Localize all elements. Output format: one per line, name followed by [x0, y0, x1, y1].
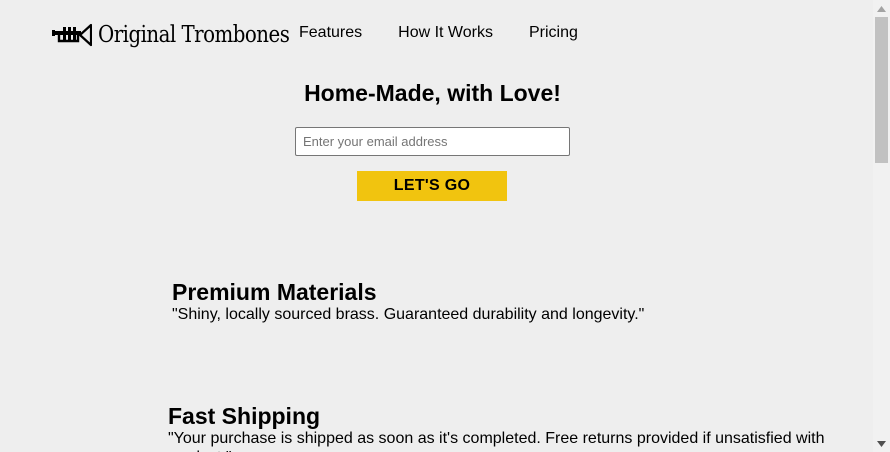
feature-fast-shipping: Fast Shipping "Your purchase is shipped …: [168, 403, 848, 452]
nav-link-how-it-works[interactable]: How It Works: [398, 24, 493, 42]
brand-name[interactable]: Original Trombones: [98, 22, 290, 48]
nav-link-features[interactable]: Features: [299, 24, 362, 42]
nav-link-pricing[interactable]: Pricing: [529, 24, 578, 42]
hero-title: Home-Made, with Love!: [304, 80, 561, 106]
trumpet-icon: [52, 22, 93, 48]
feature-title: Premium Materials: [172, 279, 377, 305]
site-header: Original Trombones: [52, 18, 320, 52]
email-input[interactable]: [295, 127, 570, 156]
feature-title: Fast Shipping: [168, 403, 321, 429]
feature-description: "Shiny, locally sourced brass. Guarantee…: [172, 306, 645, 323]
main-nav: Features How It Works Pricing: [299, 24, 614, 42]
landing-page: Original Trombones Features How It Works…: [0, 0, 873, 452]
lets-go-button[interactable]: LET'S GO: [357, 171, 507, 201]
scrollbar-thumb[interactable]: [875, 17, 888, 163]
feature-premium-materials: Premium Materials "Shiny, locally source…: [172, 279, 644, 324]
arrow-down-icon[interactable]: [873, 435, 890, 452]
feature-description: "Your purchase is shipped as soon as it'…: [168, 430, 825, 452]
arrow-up-icon[interactable]: [873, 0, 890, 17]
vertical-scrollbar[interactable]: [873, 0, 890, 452]
